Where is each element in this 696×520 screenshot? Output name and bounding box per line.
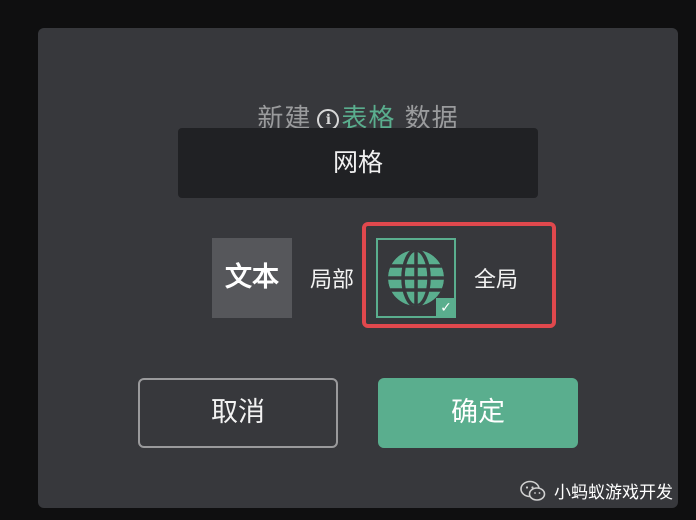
confirm-button[interactable]: 确定 (378, 378, 578, 448)
global-option-label[interactable]: 全局 (474, 262, 518, 294)
watermark-text: 小蚂蚁游戏开发 (554, 483, 673, 503)
local-option-icon[interactable]: 文本 (212, 238, 292, 318)
new-table-dialog: 新建 i 表格 数据 (38, 28, 678, 508)
check-icon: ✓ (436, 298, 456, 318)
local-option-label[interactable]: 局部 (310, 262, 354, 294)
wechat-icon (520, 480, 546, 501)
watermark: 小蚂蚁游戏开发 (520, 478, 673, 503)
global-option-icon[interactable]: ✓ (376, 238, 456, 318)
cancel-button[interactable]: 取消 (138, 378, 338, 448)
name-input[interactable]: 网格 (178, 128, 538, 198)
